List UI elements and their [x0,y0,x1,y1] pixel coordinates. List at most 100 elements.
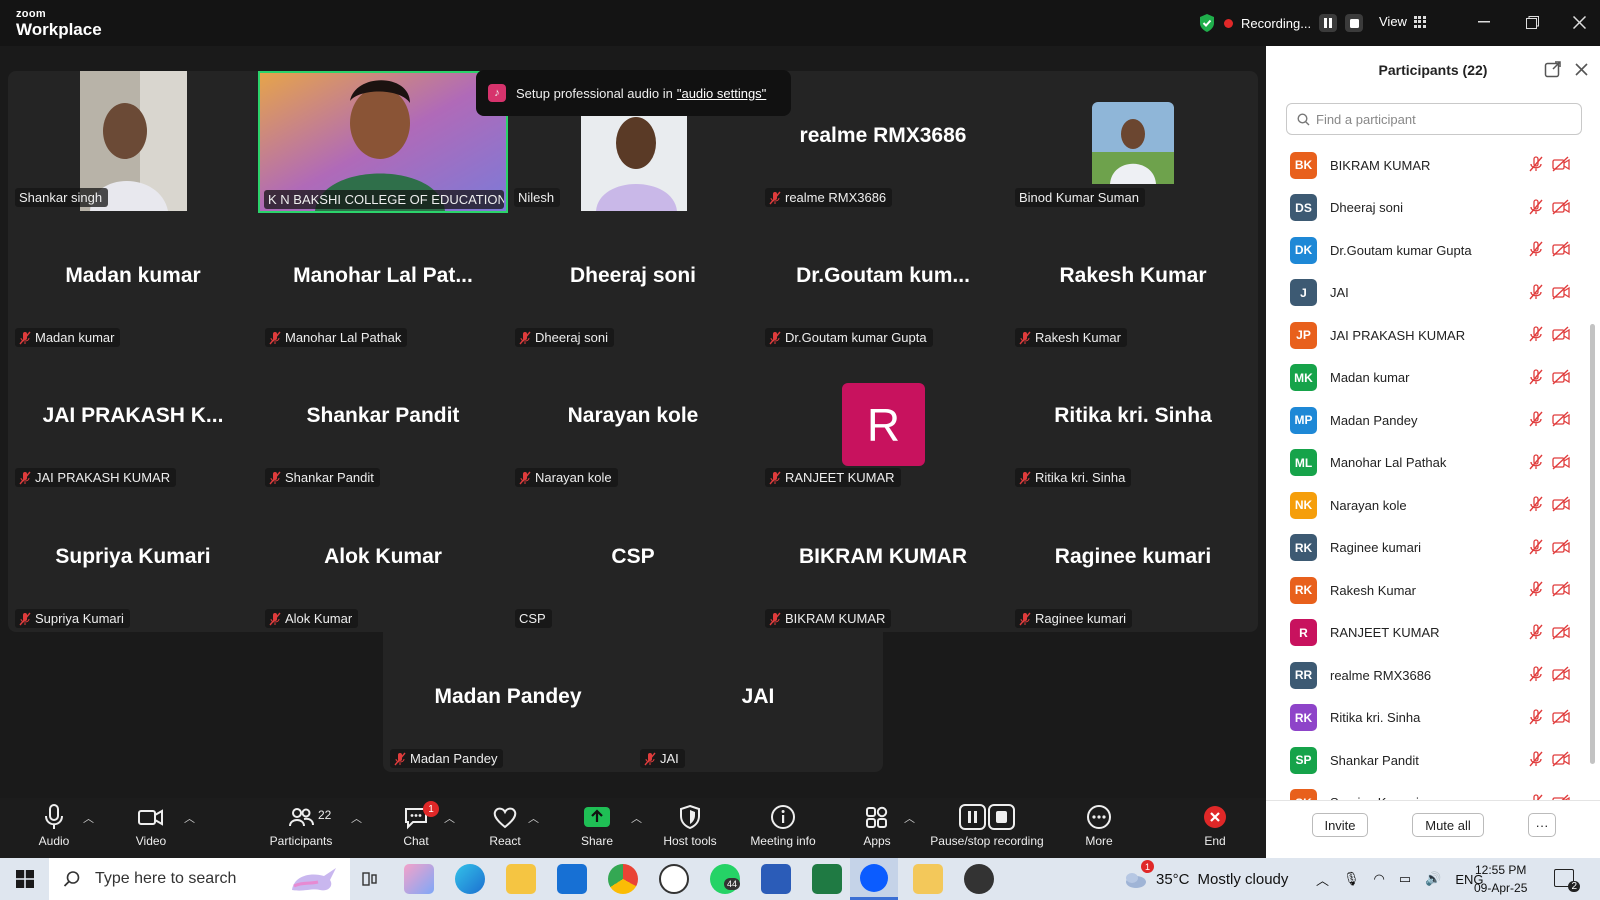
mic-muted-icon[interactable] [1528,411,1544,427]
video-tile-kn-bakshi-active-speaker[interactable]: K N BAKSHI COLLEGE OF EDUCATION K... [258,71,508,213]
video-off-icon[interactable] [1552,283,1570,300]
participants-button[interactable]: 22 Participants [256,803,346,848]
video-tile-narayan[interactable]: Narayan kole Narayan kole [508,351,758,491]
participant-row[interactable]: MP Madan Pandey [1266,399,1588,442]
audio-settings-link[interactable]: "audio settings" [677,86,766,101]
participant-row[interactable]: RR realme RMX3686 [1266,654,1588,697]
video-off-icon[interactable] [1552,666,1570,682]
participant-row[interactable]: RK Rakesh Kumar [1266,569,1588,612]
more-button[interactable]: More [1054,803,1144,848]
share-button[interactable]: Share [552,803,642,848]
video-off-icon[interactable] [1552,411,1570,427]
participant-row[interactable]: BK BIKRAM KUMAR [1266,144,1588,187]
zoom-taskbar-button-active[interactable] [850,858,898,900]
video-tile-bikram[interactable]: BIKRAM KUMAR BIKRAM KUMAR [758,492,1008,632]
participant-row[interactable]: NK Narayan kole [1266,484,1588,527]
video-off-icon[interactable] [1552,241,1570,257]
video-tile-madan-kumar[interactable]: Madan kumar Madan kumar [8,211,258,351]
participant-row[interactable]: MK Madan kumar [1266,357,1588,400]
share-options-chevron-up-icon[interactable]: ︿ [631,810,642,826]
invite-button[interactable]: Invite [1312,813,1368,837]
video-tile-rakesh[interactable]: Rakesh Kumar Rakesh Kumar [1008,211,1258,351]
file-explorer-icon[interactable] [506,864,536,894]
apps-options-chevron-up-icon[interactable]: ︿ [904,810,915,826]
close-window-button[interactable] [1561,10,1597,34]
meeting-info-button[interactable]: Meeting info [738,803,828,848]
video-tile-dheeraj[interactable]: Dheeraj soni Dheeraj soni [508,211,758,351]
video-tile-jai[interactable]: JAI JAI [633,632,883,772]
task-view-icon[interactable] [360,870,378,888]
chatgpt-icon[interactable] [659,864,689,894]
video-off-icon[interactable] [1552,623,1570,640]
video-off-icon[interactable] [1552,581,1570,597]
pause-stop-recording-button[interactable]: Pause/stop recording [922,803,1052,848]
scrollbar-thumb[interactable] [1590,324,1595,764]
outlook-icon[interactable] [557,864,587,894]
host-tools-button[interactable]: Host tools [645,803,735,848]
restore-button[interactable] [1514,10,1550,34]
video-tile-supriya[interactable]: Supriya Kumari Supriya Kumari [8,492,258,632]
mic-muted-icon[interactable] [1528,156,1544,172]
mic-muted-icon[interactable] [1528,241,1544,257]
media-player-icon[interactable] [964,864,994,894]
participant-row[interactable]: J JAI [1266,272,1588,315]
mic-muted-icon[interactable] [1528,623,1544,640]
word-icon[interactable] [761,864,791,894]
video-tile-manohar[interactable]: Manohar Lal Pat... Manohar Lal Pathak [258,211,508,351]
video-options-chevron-up-icon[interactable]: ︿ [184,810,195,826]
mic-muted-icon[interactable] [1528,496,1544,512]
mic-muted-icon[interactable] [1528,326,1544,342]
chevron-up-icon[interactable]: ︿ [1316,870,1329,889]
mic-muted-icon[interactable] [1528,751,1544,767]
close-panel-icon[interactable] [1575,63,1588,76]
mic-muted-icon[interactable] [1528,368,1544,385]
view-button[interactable]: View [1379,14,1426,29]
video-tile-jai-prakash[interactable]: JAI PRAKASH K... JAI PRAKASH KUMAR [8,351,258,491]
video-tile-shankar-pandit[interactable]: Shankar Pandit Shankar Pandit [258,351,508,491]
mute-all-button[interactable]: Mute all [1412,813,1484,837]
chrome-browser-icon[interactable] [608,864,638,894]
pause-recording-button[interactable] [1319,14,1338,32]
mic-muted-icon[interactable] [1528,198,1544,215]
edge-browser-icon[interactable] [455,864,485,894]
participants-options-chevron-up-icon[interactable]: ︿ [351,810,362,826]
video-tile-raginee[interactable]: Raginee kumari Raginee kumari [1008,492,1258,632]
participant-row[interactable]: SKSupriya Kumari [1266,782,1588,800]
pop-out-icon[interactable] [1544,60,1562,78]
notification-center-icon[interactable]: 2 [1554,869,1580,892]
audio-options-chevron-up-icon[interactable]: ︿ [83,810,94,826]
video-off-icon[interactable] [1552,453,1570,470]
chat-options-chevron-up-icon[interactable]: ︿ [444,810,455,826]
participant-row[interactable]: R RANJEET KUMAR [1266,612,1588,655]
react-options-chevron-up-icon[interactable]: ︿ [528,810,539,826]
panel-more-button[interactable]: ··· [1528,813,1556,837]
video-tile-binod[interactable]: Binod Kumar Suman [1008,71,1258,211]
video-off-icon[interactable] [1552,326,1570,342]
participant-row[interactable]: DS Dheeraj soni [1266,187,1588,230]
mic-muted-icon[interactable] [1528,708,1544,725]
end-meeting-button[interactable]: End [1170,803,1260,848]
mic-muted-icon[interactable] [1528,581,1544,597]
video-tile-realme[interactable]: realme RMX3686 realme RMX3686 [758,71,1008,211]
participant-row[interactable]: RK Ritika kri. Sinha [1266,697,1588,740]
participant-row[interactable]: ML Manohar Lal Pathak [1266,442,1588,485]
mic-muted-icon[interactable] [1528,538,1544,555]
mic-muted-icon[interactable] [1528,453,1544,470]
video-button[interactable]: Video [106,803,196,848]
windows-start-icon[interactable] [16,870,34,888]
encryption-shield-icon[interactable] [1198,13,1216,33]
video-tile-alok[interactable]: Alok Kumar Alok Kumar [258,492,508,632]
taskbar-clock[interactable]: 12:55 PM 09-Apr-25 [1474,861,1527,897]
mic-muted-icon[interactable] [1528,666,1544,682]
stop-recording-button[interactable] [1345,14,1364,32]
video-tile-shankar-singh[interactable]: Shankar singh [8,71,258,211]
microphone-tray-icon[interactable]: 🎙 [1343,871,1360,887]
participant-list-scrollbar[interactable] [1588,144,1597,800]
find-participant-input[interactable]: Find a participant [1286,103,1582,135]
excel-icon[interactable] [812,864,842,894]
participant-row[interactable]: SP Shankar Pandit [1266,739,1588,782]
video-tile-goutam[interactable]: Dr.Goutam kum... Dr.Goutam kumar Gupta [758,211,1008,351]
video-off-icon[interactable] [1552,538,1570,555]
minimize-button[interactable] [1466,10,1502,34]
video-off-icon[interactable] [1552,156,1570,172]
